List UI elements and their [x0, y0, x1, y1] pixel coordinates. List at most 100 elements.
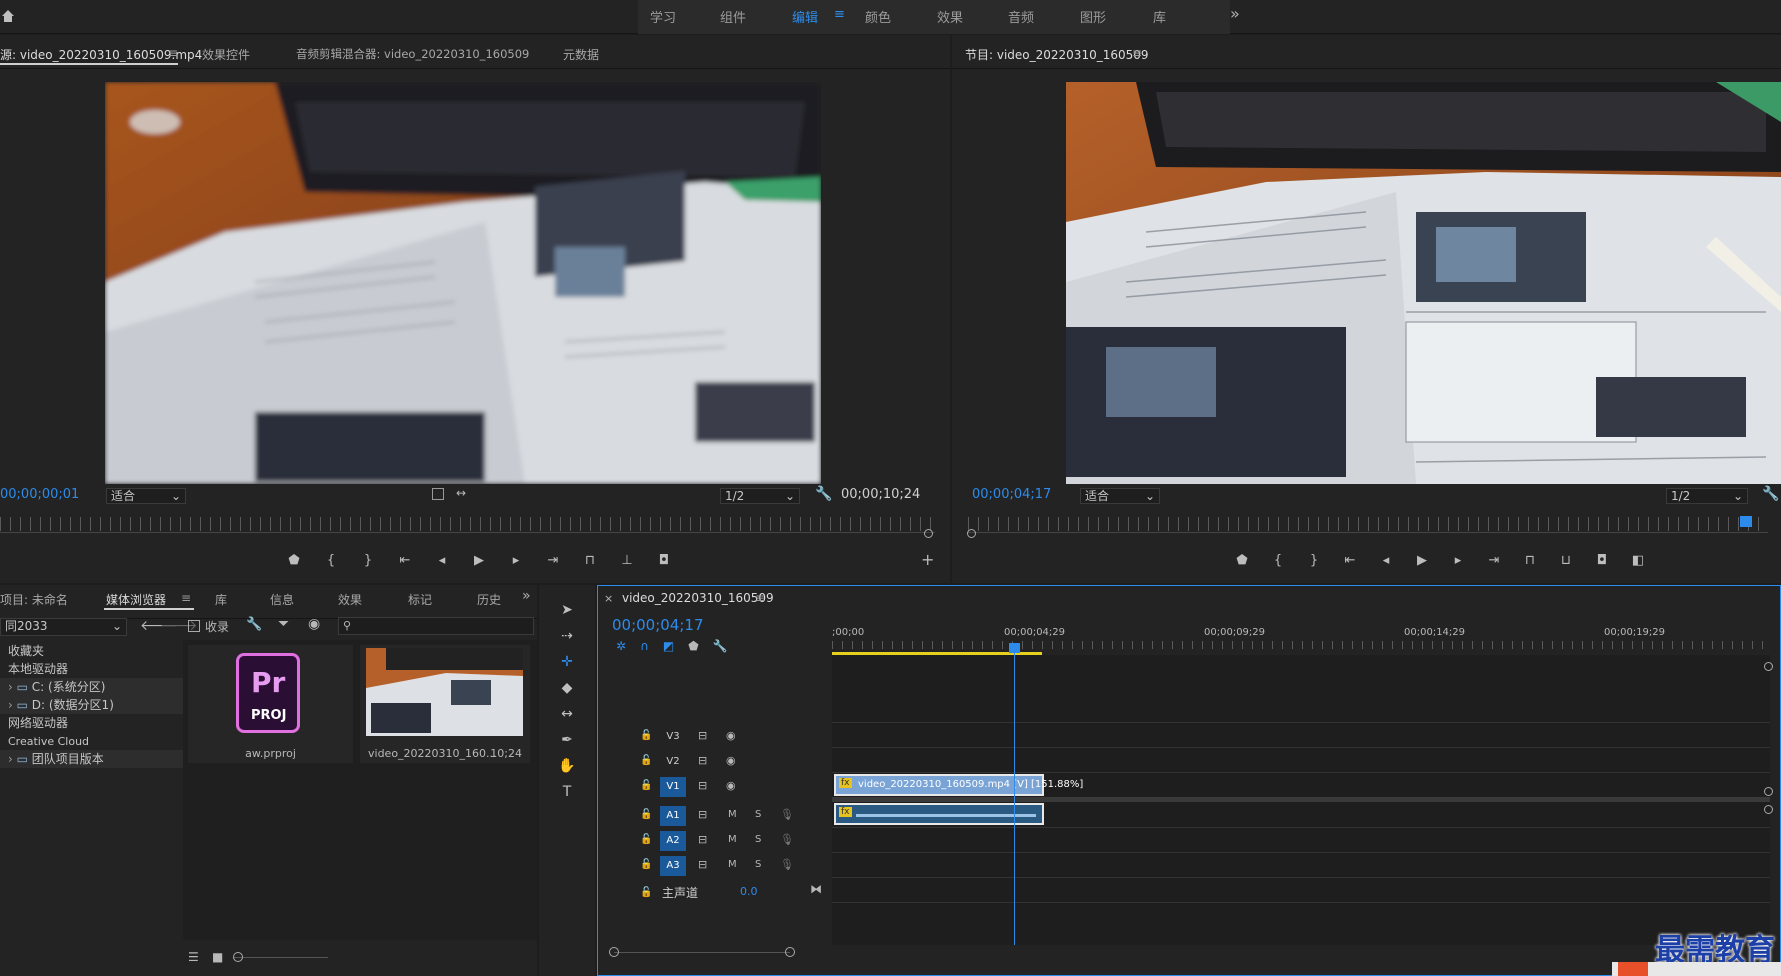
source-menu-icon[interactable]: ≡ [168, 46, 178, 60]
add-button-icon[interactable]: + [921, 550, 934, 569]
workspace-tab[interactable]: 组件 [720, 7, 746, 26]
settings-panel-icon[interactable] [432, 488, 444, 500]
pen-tool-icon[interactable]: ✒ [557, 732, 577, 752]
overwrite-clip-icon[interactable]: ⊥ [615, 553, 639, 568]
marker-icon[interactable]: ⬟ [282, 553, 306, 568]
step-back-icon[interactable]: ◂ [430, 553, 454, 568]
track-target-button[interactable]: A2 [660, 831, 686, 851]
camera-icon[interactable]: ◘ [652, 553, 676, 568]
tab-history[interactable]: 历史 [477, 591, 501, 608]
track-target-button[interactable]: A3 [660, 856, 686, 876]
sync-lock-icon[interactable]: ⊟ [698, 808, 707, 821]
scroll-handle[interactable] [924, 529, 933, 538]
program-zoom-select[interactable]: 适合 ⌄ [1080, 488, 1160, 504]
media-browser-menu-icon[interactable]: ≡ [181, 591, 191, 605]
sync-lock-icon[interactable]: ⊟ [698, 779, 707, 792]
microphone-icon[interactable]: 🎙 [780, 833, 794, 846]
lock-icon[interactable]: 🔓 [640, 834, 652, 845]
solo-button[interactable]: S [755, 859, 761, 870]
workspace-menu-icon[interactable]: ≡ [834, 7, 845, 22]
scroll-handle[interactable] [1764, 662, 1773, 671]
lock-icon[interactable]: 🔓 [640, 887, 652, 898]
lock-icon[interactable]: 🔓 [640, 755, 652, 766]
thumb-project-file[interactable]: Pr PROJ aw.prproj [188, 645, 353, 763]
source-video-frame[interactable] [105, 82, 821, 484]
step-forward-icon[interactable]: ▸ [1446, 553, 1470, 568]
timeline-ruler[interactable]: ;00;00 00;00;04;29 00;00;09;29 00;00;14;… [832, 625, 1770, 655]
video-clip[interactable]: fx video_20220310_160509.mp4 [V] [151.88… [834, 774, 1083, 796]
lock-icon[interactable]: 🔓 [640, 780, 652, 791]
program-resolution-select[interactable]: 1/2 ⌄ [1666, 488, 1748, 504]
zoom-slider-handle[interactable] [233, 952, 243, 962]
icon-view-icon[interactable]: ■ [212, 950, 223, 964]
tab-markers[interactable]: 标记 [408, 591, 432, 608]
track-target-button[interactable]: V1 [660, 777, 686, 797]
tab-libraries[interactable]: 库 [215, 591, 227, 608]
source-zoom-select[interactable]: 适合 ⌄ [106, 488, 186, 504]
lock-icon[interactable]: 🔓 [640, 859, 652, 870]
snap-icon[interactable]: ∩ [640, 639, 649, 653]
workspace-tab[interactable]: 库 [1153, 7, 1166, 26]
lock-icon[interactable]: 🔓 [640, 809, 652, 820]
playhead-handle[interactable] [1009, 643, 1020, 653]
tab-effects[interactable]: 效果 [338, 591, 362, 608]
tree-item[interactable]: › ▭ 团队项目版本 [0, 750, 183, 768]
mark-in-icon[interactable]: { [319, 553, 343, 568]
solo-button[interactable]: S [755, 809, 761, 820]
hand-tool-icon[interactable]: ✋ [557, 758, 577, 778]
wrench-icon[interactable]: 🔧 [713, 639, 728, 653]
track-select-tool-icon[interactable]: ⇢ [557, 628, 577, 648]
video-audio-divider[interactable] [832, 797, 1770, 802]
tab-metadata[interactable]: 元数据 [563, 46, 599, 63]
add-marker-icon[interactable]: ⬟ [688, 639, 698, 653]
scroll-handle[interactable] [1764, 787, 1773, 796]
list-view-icon[interactable]: ☰ [188, 950, 199, 964]
mark-out-icon[interactable]: } [356, 553, 380, 568]
workspace-tab[interactable]: 学习 [650, 7, 676, 26]
source-playhead-timecode[interactable]: 00;00;00;01 [0, 487, 79, 502]
extract-icon[interactable]: ⊔ [1554, 553, 1578, 568]
go-to-end-icon[interactable]: ⧓ [810, 882, 822, 896]
ripple-edit-tool-icon[interactable]: ✛ [557, 654, 577, 674]
slip-tool-icon[interactable]: ↔ [557, 706, 577, 726]
expand-chevron-icon[interactable]: › [8, 680, 17, 694]
workspace-tab[interactable]: 音频 [1008, 7, 1034, 26]
compare-icon[interactable]: ◧ [1626, 553, 1650, 568]
tree-item[interactable]: 网络驱动器 [0, 714, 183, 732]
marker-icon[interactable]: ⬟ [1230, 553, 1254, 568]
tab-program[interactable]: 节目: video_20220310_160509 [965, 46, 1149, 63]
search-input[interactable]: ⚲ [338, 617, 534, 635]
workspace-overflow-button[interactable]: » [1230, 4, 1240, 23]
expand-chevron-icon[interactable]: › [8, 698, 17, 712]
type-tool-icon[interactable]: T [557, 784, 577, 804]
wrench-icon[interactable]: 🔧 [246, 617, 262, 632]
tree-item[interactable]: › ▭ D: (数据分区1) [0, 696, 183, 714]
sync-lock-icon[interactable]: ⊟ [698, 729, 707, 742]
sync-lock-icon[interactable]: ⊟ [698, 858, 707, 871]
scroll-handle[interactable] [967, 529, 976, 538]
workspace-tab[interactable]: 编辑 [792, 7, 818, 26]
audio-clip[interactable]: fx [834, 803, 1044, 825]
sync-lock-icon[interactable]: ⊟ [698, 754, 707, 767]
mute-button[interactable]: M [728, 834, 737, 845]
workspace-tab[interactable]: 图形 [1080, 7, 1106, 26]
play-icon[interactable]: ▶ [1410, 553, 1434, 568]
program-video-frame[interactable] [1066, 82, 1781, 484]
workspace-tab[interactable]: 颜色 [865, 7, 891, 26]
eye-icon[interactable]: ◉ [726, 729, 736, 742]
master-volume-value[interactable]: 0.0 [740, 885, 758, 898]
ingest-checkbox[interactable] [188, 620, 200, 632]
sequence-menu-icon[interactable]: ≡ [755, 591, 765, 605]
play-icon[interactable]: ▶ [467, 553, 491, 568]
zoom-handle-left[interactable] [609, 947, 619, 957]
mark-in-icon[interactable]: { [1266, 553, 1290, 568]
microphone-icon[interactable]: 🎙 [780, 858, 794, 871]
thumb-video-clip[interactable]: video_20220310_160... 10;24 [360, 645, 530, 763]
source-time-ruler[interactable] [0, 517, 935, 531]
go-to-out-icon[interactable]: ⇥ [541, 553, 565, 568]
track-target-button[interactable]: V2 [660, 752, 686, 772]
step-forward-icon[interactable]: ▸ [504, 553, 528, 568]
close-sequence-icon[interactable]: × [604, 592, 613, 605]
tree-item[interactable]: Creative Cloud [0, 732, 183, 750]
program-playhead-timecode[interactable]: 00;00;04;17 [972, 487, 1051, 502]
